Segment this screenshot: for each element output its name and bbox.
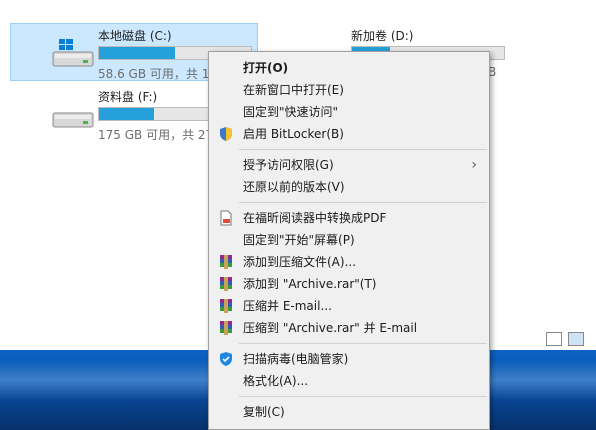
menu-item-label: 打开(O) bbox=[243, 61, 289, 75]
menu-item-label: 还原以前的版本(V) bbox=[243, 180, 345, 194]
menu-item-label: 复制(C) bbox=[243, 405, 285, 419]
menu-item-restore-versions[interactable]: 还原以前的版本(V) bbox=[209, 176, 489, 198]
menu-item-label: 在新窗口中打开(E) bbox=[243, 83, 344, 97]
winrar-icon bbox=[220, 255, 232, 269]
menu-item-label: 格式化(A)... bbox=[243, 374, 309, 388]
pdf-convert-icon bbox=[220, 210, 232, 226]
chevron-right-icon: › bbox=[471, 157, 477, 173]
drive-usage-fill bbox=[99, 47, 175, 59]
menu-item-label: 添加到压缩文件(A)... bbox=[243, 255, 357, 269]
menu-separator bbox=[239, 396, 487, 397]
context-menu: 打开(O) 在新窗口中打开(E) 固定到"快速访问" 启用 BitLocker(… bbox=[208, 51, 490, 430]
menu-item-add-archive[interactable]: 添加到压缩文件(A)... bbox=[209, 251, 489, 273]
hard-drive-icon bbox=[52, 39, 94, 67]
menu-item-pin-start[interactable]: 固定到"开始"屏幕(P) bbox=[209, 229, 489, 251]
large-icons-view-icon[interactable] bbox=[568, 332, 584, 346]
menu-item-label: 固定到"开始"屏幕(P) bbox=[243, 233, 355, 247]
menu-item-compress-rar-email[interactable]: 压缩到 "Archive.rar" 并 E-mail bbox=[209, 317, 489, 339]
menu-item-label: 压缩并 E-mail... bbox=[243, 299, 332, 313]
menu-item-scan-virus[interactable]: 扫描病毒(电脑管家) bbox=[209, 348, 489, 370]
menu-item-bitlocker[interactable]: 启用 BitLocker(B) bbox=[209, 123, 489, 145]
windows-logo-icon bbox=[59, 39, 73, 50]
menu-item-label: 压缩到 "Archive.rar" 并 E-mail bbox=[243, 321, 418, 335]
drive-free-space: 175 GB 可用，共 27 bbox=[98, 128, 214, 142]
menu-item-label: 添加到 "Archive.rar"(T) bbox=[243, 277, 377, 291]
drive-label: 本地磁盘 (C:) bbox=[98, 29, 172, 43]
menu-item-label: 固定到"快速访问" bbox=[243, 105, 339, 119]
menu-item-open-new-window[interactable]: 在新窗口中打开(E) bbox=[209, 79, 489, 101]
menu-item-label: 启用 BitLocker(B) bbox=[243, 127, 344, 141]
menu-item-label: 授予访问权限(G) bbox=[243, 158, 334, 172]
winrar-icon bbox=[220, 321, 232, 335]
tencent-shield-icon bbox=[220, 352, 232, 366]
hard-drive-icon bbox=[52, 112, 94, 128]
drive-label: 新加卷 (D:) bbox=[351, 29, 414, 43]
menu-item-convert-pdf[interactable]: 在福昕阅读器中转换成PDF bbox=[209, 207, 489, 229]
view-toggle bbox=[546, 332, 584, 346]
menu-item-copy[interactable]: 复制(C) bbox=[209, 401, 489, 423]
drive-label: 资料盘 (F:) bbox=[98, 90, 158, 104]
menu-item-label: 扫描病毒(电脑管家) bbox=[243, 352, 349, 366]
details-view-icon[interactable] bbox=[546, 332, 562, 346]
menu-item-label: 在福昕阅读器中转换成PDF bbox=[243, 211, 387, 225]
menu-item-add-archive-rar[interactable]: 添加到 "Archive.rar"(T) bbox=[209, 273, 489, 295]
winrar-icon bbox=[220, 277, 232, 291]
menu-item-pin-quick-access[interactable]: 固定到"快速访问" bbox=[209, 101, 489, 123]
shield-icon bbox=[220, 127, 232, 141]
menu-separator bbox=[239, 149, 487, 150]
menu-separator bbox=[239, 343, 487, 344]
winrar-icon bbox=[220, 299, 232, 313]
menu-item-format[interactable]: 格式化(A)... bbox=[209, 370, 489, 392]
drive-usage-fill bbox=[99, 108, 154, 120]
menu-separator bbox=[239, 202, 487, 203]
drive-free-space: 58.6 GB 可用，共 1 bbox=[98, 67, 210, 81]
menu-item-give-access[interactable]: 授予访问权限(G) › bbox=[209, 154, 489, 176]
menu-item-compress-email[interactable]: 压缩并 E-mail... bbox=[209, 295, 489, 317]
menu-item-open[interactable]: 打开(O) bbox=[209, 57, 489, 79]
